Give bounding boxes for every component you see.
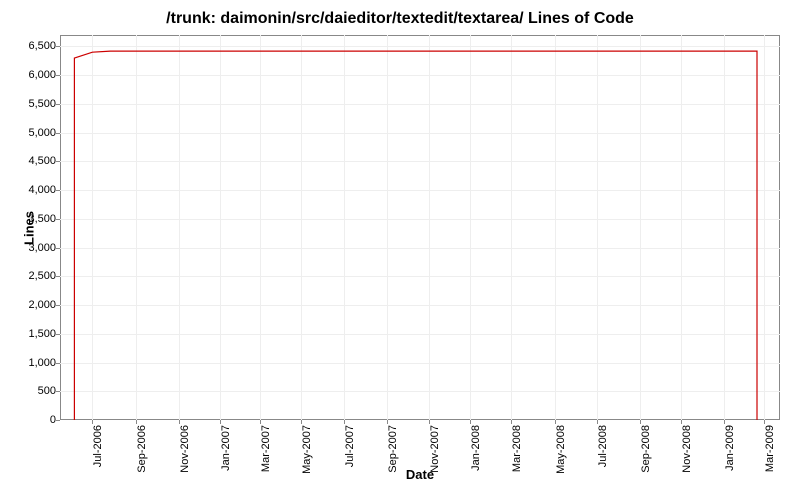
x-tick-label: Mar-2007	[260, 425, 272, 472]
y-tick-label: 1,500	[28, 328, 56, 340]
y-tick-label: 4,500	[28, 155, 56, 167]
x-tick-label: Jan-2009	[724, 425, 736, 471]
x-tick-label: Nov-2006	[179, 425, 191, 473]
chart-title: /trunk: daimonin/src/daieditor/textedit/…	[0, 0, 800, 33]
y-tick-label: 5,000	[28, 127, 56, 139]
y-tick-label: 4,000	[28, 184, 56, 196]
x-tick-label: Jul-2007	[344, 425, 356, 467]
x-tick-label: Nov-2007	[429, 425, 441, 473]
x-tick-label: Sep-2008	[640, 425, 652, 473]
y-tick-label: 1,000	[28, 357, 56, 369]
x-tick-label: Jan-2007	[220, 425, 232, 471]
x-tick-label: May-2007	[301, 425, 313, 474]
x-tick-label: Mar-2009	[764, 425, 776, 472]
x-tick-label: Sep-2007	[387, 425, 399, 473]
x-tick-label: Jan-2008	[470, 425, 482, 471]
y-tick-label: 500	[38, 385, 56, 397]
data-series-line	[60, 35, 780, 420]
x-tick-label: Mar-2008	[511, 425, 523, 472]
x-tick-label: Jul-2008	[597, 425, 609, 467]
y-tick-label: 3,500	[28, 213, 56, 225]
y-tick-label: 2,000	[28, 299, 56, 311]
x-tick-label: Sep-2006	[136, 425, 148, 473]
y-tick-label: 6,000	[28, 69, 56, 81]
y-tick-label: 2,500	[28, 270, 56, 282]
x-tick-label: Jul-2006	[92, 425, 104, 467]
x-tick-label: Nov-2008	[681, 425, 693, 473]
y-tick-label: 5,500	[28, 98, 56, 110]
y-tick-label: 6,500	[28, 40, 56, 52]
chart-container: Lines Date 05001,0001,5002,0002,5003,000…	[60, 35, 780, 420]
x-tick-label: May-2008	[555, 425, 567, 474]
y-tick-label: 3,000	[28, 242, 56, 254]
